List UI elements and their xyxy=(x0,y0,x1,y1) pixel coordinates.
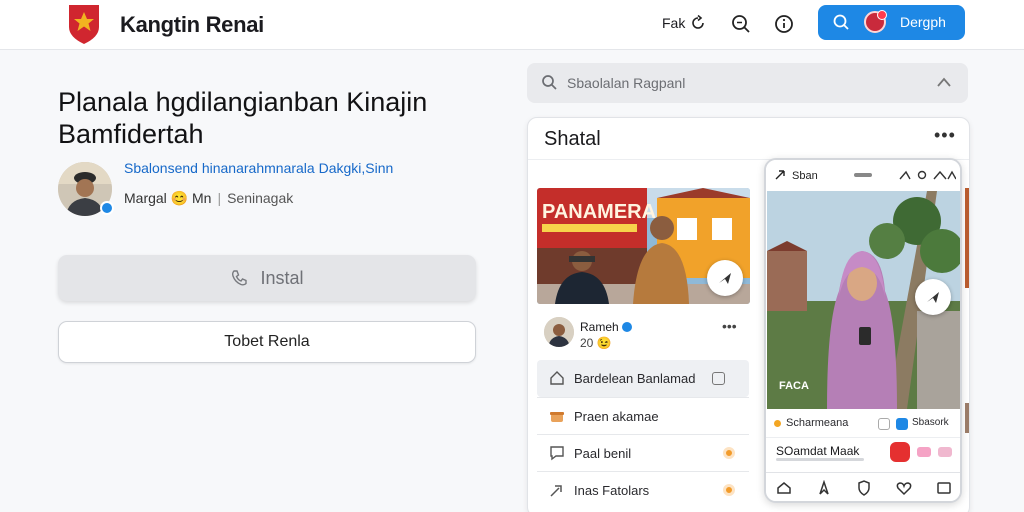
sign-in-button[interactable]: Dergph xyxy=(818,5,965,40)
next-card-peek xyxy=(965,188,969,288)
phone-preview: Sban FACA Scharmeana Sbasork SOamdat Maa… xyxy=(764,158,962,503)
post-author-label: Rameh xyxy=(580,320,619,334)
card-more-menu-icon[interactable]: ••• xyxy=(934,125,956,146)
strip-right-label: Sbasork xyxy=(912,417,949,428)
author-meta-secondary: Seninagak xyxy=(227,190,294,206)
install-button[interactable]: Instal xyxy=(58,255,476,301)
phone-status-text: Sban xyxy=(792,170,818,182)
reaction-count: 20 😉 xyxy=(580,336,612,350)
phone-action-row: SOamdat Maak xyxy=(766,440,960,468)
menu-list: Bardelean Banlamad Praen akamae Paal ben… xyxy=(537,360,749,508)
top-bar: Kangtin Renai Fak Dergph xyxy=(0,0,1024,50)
shop-sign-text: PANAMERA xyxy=(542,201,656,223)
secondary-action-label: Tobet Renla xyxy=(224,333,310,350)
page-title: Planala hgdilangianban Kinajin Bamfidert… xyxy=(58,87,428,149)
menu-item-label: Inas Fatolars xyxy=(574,483,650,498)
checkbox-icon[interactable] xyxy=(878,418,890,430)
verified-badge-icon xyxy=(100,201,114,215)
menu-item-label: Bardelean Banlamad xyxy=(574,371,696,386)
window-icon[interactable] xyxy=(936,480,952,496)
nav-link-label: Fak xyxy=(662,15,686,31)
secondary-action-button[interactable]: Tobet Renla xyxy=(58,321,476,363)
news-photo[interactable]: PANAMERA xyxy=(537,188,750,304)
phone-photo[interactable]: FACA xyxy=(767,191,960,409)
post-author-name[interactable]: Rameh xyxy=(580,320,632,334)
strip-label: Scharmeana xyxy=(786,417,849,429)
search-bar[interactable] xyxy=(527,63,968,103)
search-icon xyxy=(542,75,557,90)
phone-info-strip: Scharmeana Sbasork xyxy=(766,410,960,438)
home-icon[interactable] xyxy=(776,480,792,496)
phone-row-label: SOamdat Maak xyxy=(776,444,860,458)
install-label: Instal xyxy=(260,267,304,288)
share-arrow-icon xyxy=(927,292,939,303)
author-link[interactable]: Sbalonsend hinanarahmnarala Dakgki,Sinn xyxy=(124,160,393,176)
play-button[interactable] xyxy=(707,260,743,296)
navigate-icon[interactable] xyxy=(816,480,832,496)
home-icon xyxy=(550,371,564,385)
menu-item-label: Praen akamae xyxy=(574,409,659,424)
brand-name[interactable]: Kangtin Renai xyxy=(120,12,264,38)
shield-icon[interactable] xyxy=(856,480,872,496)
share-icon xyxy=(550,485,562,497)
app-icon-pink[interactable] xyxy=(917,447,931,457)
sign-in-label: Dergph xyxy=(900,14,946,30)
status-dot xyxy=(774,420,781,427)
square-icon xyxy=(712,372,725,385)
share-arrow-icon xyxy=(719,273,731,284)
author-meta-primary: Margal 😊 Mn xyxy=(124,190,212,206)
post-author-avatar[interactable] xyxy=(544,317,574,347)
app-icon-pink-alt[interactable] xyxy=(938,447,952,457)
checked-box-icon[interactable] xyxy=(896,418,908,430)
photo-caption: FACA xyxy=(779,380,809,392)
gift-icon xyxy=(550,412,564,422)
phone-bottom-nav xyxy=(766,472,960,501)
user-avatar xyxy=(864,10,887,33)
chevron-up-icon[interactable] xyxy=(936,75,952,89)
post-more-icon[interactable]: ••• xyxy=(722,318,737,334)
refresh-icon xyxy=(692,14,705,29)
search-icon xyxy=(833,14,849,30)
nav-link-fak[interactable]: Fak xyxy=(662,14,707,32)
chat-icon xyxy=(550,446,564,461)
signal-icon xyxy=(775,170,785,180)
status-icons xyxy=(899,170,956,180)
card-title: Shatal xyxy=(544,128,601,150)
content-card: Shatal ••• PANAMERA Rameh 20 😉 ••• Barde… xyxy=(527,117,970,512)
next-card-peek xyxy=(965,403,969,433)
notification-badge xyxy=(723,447,735,459)
progress-line xyxy=(776,458,864,461)
menu-item-share[interactable]: Inas Fatolars xyxy=(537,471,749,508)
meta-separator: | xyxy=(217,190,222,206)
phone-icon xyxy=(232,270,248,286)
menu-item-chat[interactable]: Paal benil xyxy=(537,434,749,471)
phone-status-bar: Sban xyxy=(766,160,960,190)
app-icon-red[interactable] xyxy=(890,442,910,462)
info-icon[interactable] xyxy=(773,13,795,35)
heart-icon[interactable] xyxy=(896,480,912,496)
play-button[interactable] xyxy=(915,279,951,315)
menu-item-gift[interactable]: Praen akamae xyxy=(537,397,749,434)
menu-item-home[interactable]: Bardelean Banlamad xyxy=(537,360,749,397)
zoom-search-icon[interactable] xyxy=(730,13,752,35)
logo-shield-icon[interactable] xyxy=(66,3,102,45)
verified-icon xyxy=(621,322,632,332)
notification-badge xyxy=(723,484,735,496)
author-meta: Margal 😊 Mn | Seninagak xyxy=(124,190,293,207)
search-input[interactable] xyxy=(567,71,927,95)
person-photo-icon xyxy=(544,317,574,347)
menu-item-label: Paal benil xyxy=(574,446,632,461)
notch-pill xyxy=(854,173,872,177)
